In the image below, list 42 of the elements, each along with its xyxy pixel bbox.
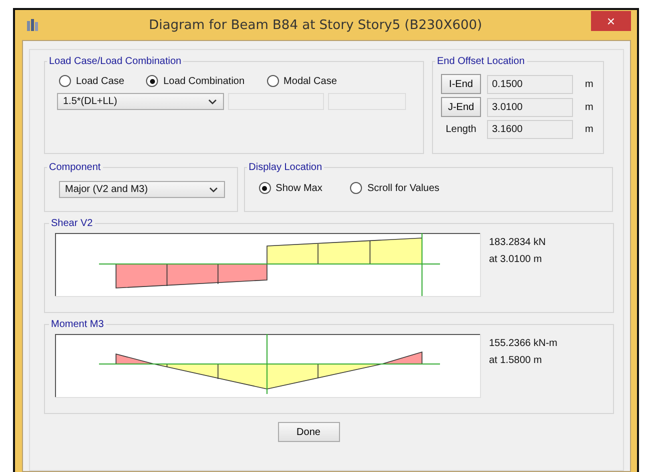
- offset-field: 0.1500: [487, 74, 573, 94]
- chevron-icon: [208, 98, 217, 104]
- radio-icon[interactable]: [350, 182, 362, 194]
- radio-icon[interactable]: [146, 75, 158, 87]
- radio-icon[interactable]: [258, 182, 271, 194]
- radio-option[interactable]: Scroll for Values: [350, 182, 440, 194]
- offset-field: 3.0100: [487, 98, 573, 116]
- unit-label: m: [585, 78, 594, 90]
- radio-icon[interactable]: [59, 75, 71, 87]
- chevron-icon: [209, 186, 218, 192]
- group-title: Component: [48, 162, 102, 173]
- end-button[interactable]: I-End: [441, 74, 481, 94]
- field-label: Length: [444, 124, 478, 135]
- offset-field: 3.1600: [487, 120, 573, 139]
- max-location: at 3.0100 m: [489, 254, 543, 265]
- max-value: 155.2366 kN-m: [489, 338, 558, 349]
- radio-option[interactable]: Modal Case: [266, 75, 337, 87]
- radio-label: Load Combination: [163, 76, 245, 86]
- max-value: 183.2834 kN: [489, 237, 546, 248]
- radio-label: Scroll for Values: [367, 182, 440, 194]
- radio-label: Show Max: [276, 182, 322, 194]
- unit-label: m: [585, 124, 594, 135]
- unit-label: m: [585, 102, 594, 112]
- window-title: Diagram for Beam B84 at Story Story5 (B230X600): [148, 18, 484, 32]
- close-button[interactable]: ×: [591, 11, 631, 31]
- max-location: at 1.5800 m: [489, 355, 543, 366]
- radio-option[interactable]: Show Max: [258, 182, 322, 194]
- app-icon: [26, 18, 40, 32]
- group-title: Display Location: [248, 162, 324, 173]
- group-title: End Offset Location: [436, 56, 526, 67]
- group-title: Moment M3: [50, 319, 105, 330]
- combo-dropdown[interactable]: 1.5*(DL+LL): [57, 93, 224, 110]
- radio-label: Modal Case: [284, 76, 337, 86]
- radio-label: Load Case: [76, 76, 124, 86]
- radio-option[interactable]: Load Case: [59, 75, 124, 87]
- radio-option[interactable]: Load Combination: [146, 75, 245, 87]
- done-button[interactable]: Done: [278, 422, 340, 442]
- end-button[interactable]: J-End: [441, 97, 481, 117]
- radio-icon[interactable]: [266, 75, 279, 87]
- group-title: Shear V2: [50, 218, 94, 229]
- group-title: Load Case/Load Combination: [48, 56, 182, 67]
- component-dropdown[interactable]: Major (V2 and M3): [59, 181, 225, 198]
